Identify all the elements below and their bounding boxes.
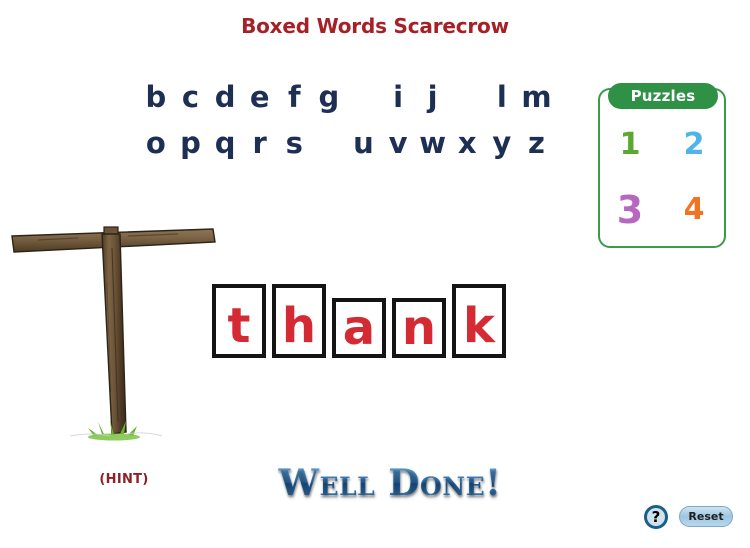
alphabet-letter-l[interactable]: l <box>485 75 520 119</box>
alphabet-letter-d[interactable]: d <box>208 75 243 119</box>
alphabet-letter-m[interactable]: m <box>519 75 554 119</box>
letter-box-5[interactable]: k <box>452 284 506 358</box>
alphabet-row-2: n o p q r s t u v w x y z <box>104 120 554 166</box>
alphabet-letter-j[interactable]: j <box>415 75 450 119</box>
word-answer-boxes: t h a n k <box>212 278 506 358</box>
alphabet-letter-b[interactable]: b <box>139 75 174 119</box>
alphabet-letter-e[interactable]: e <box>242 75 277 119</box>
alphabet-letter-w[interactable]: w <box>415 121 450 165</box>
alphabet-letter-v[interactable]: v <box>381 121 416 165</box>
alphabet-letter-h[interactable]: h <box>346 75 381 119</box>
page-title: Boxed Words Scarecrow <box>241 14 509 38</box>
alphabet-letter-y[interactable]: y <box>485 121 520 165</box>
letter-box-4[interactable]: n <box>392 298 446 358</box>
help-button[interactable]: ? <box>644 505 668 529</box>
feedback-message: Well Done! <box>270 462 510 504</box>
scarecrow-icon <box>11 226 216 441</box>
scarecrow-figure <box>8 222 220 454</box>
hint-button[interactable]: (HINT) <box>60 472 188 487</box>
alphabet-letter-z[interactable]: z <box>519 121 554 165</box>
letter-box-2-glyph: h <box>281 298 317 354</box>
puzzle-button-4[interactable]: 4 <box>684 194 705 225</box>
puzzle-button-1[interactable]: 1 <box>620 129 641 160</box>
alphabet-row-1: a b c d e f g h i j k l m <box>104 74 554 120</box>
alphabet-letter-t[interactable]: t <box>312 121 347 165</box>
alphabet-letter-f[interactable]: f <box>277 75 312 119</box>
alphabet-letter-c[interactable]: c <box>173 75 208 119</box>
alphabet-tray: a b c d e f g h i j k l m n o p q r s t … <box>104 74 554 166</box>
alphabet-letter-u[interactable]: u <box>346 121 381 165</box>
letter-box-5-glyph: k <box>463 298 495 354</box>
alphabet-letter-n[interactable]: n <box>104 121 139 165</box>
puzzle-button-3[interactable]: 3 <box>617 191 643 229</box>
letter-box-1-glyph: t <box>227 298 251 354</box>
alphabet-letter-p[interactable]: p <box>173 121 208 165</box>
puzzles-list: 1 2 3 4 <box>598 112 726 242</box>
reset-button[interactable]: Reset <box>679 506 733 527</box>
alphabet-letter-x[interactable]: x <box>450 121 485 165</box>
alphabet-letter-r[interactable]: r <box>242 121 277 165</box>
letter-box-3[interactable]: a <box>332 298 386 358</box>
alphabet-letter-i[interactable]: i <box>381 75 416 119</box>
alphabet-letter-o[interactable]: o <box>139 121 174 165</box>
letter-box-3-glyph: a <box>342 300 376 356</box>
alphabet-letter-k[interactable]: k <box>450 75 485 119</box>
letter-box-2[interactable]: h <box>272 284 326 358</box>
puzzles-panel-header: Puzzles <box>608 83 718 109</box>
alphabet-letter-g[interactable]: g <box>312 75 347 119</box>
puzzle-button-2[interactable]: 2 <box>684 129 705 160</box>
alphabet-letter-a[interactable]: a <box>104 75 139 119</box>
letter-box-1[interactable]: t <box>212 284 266 358</box>
letter-box-4-glyph: n <box>401 300 437 356</box>
alphabet-letter-s[interactable]: s <box>277 121 312 165</box>
alphabet-letter-q[interactable]: q <box>208 121 243 165</box>
